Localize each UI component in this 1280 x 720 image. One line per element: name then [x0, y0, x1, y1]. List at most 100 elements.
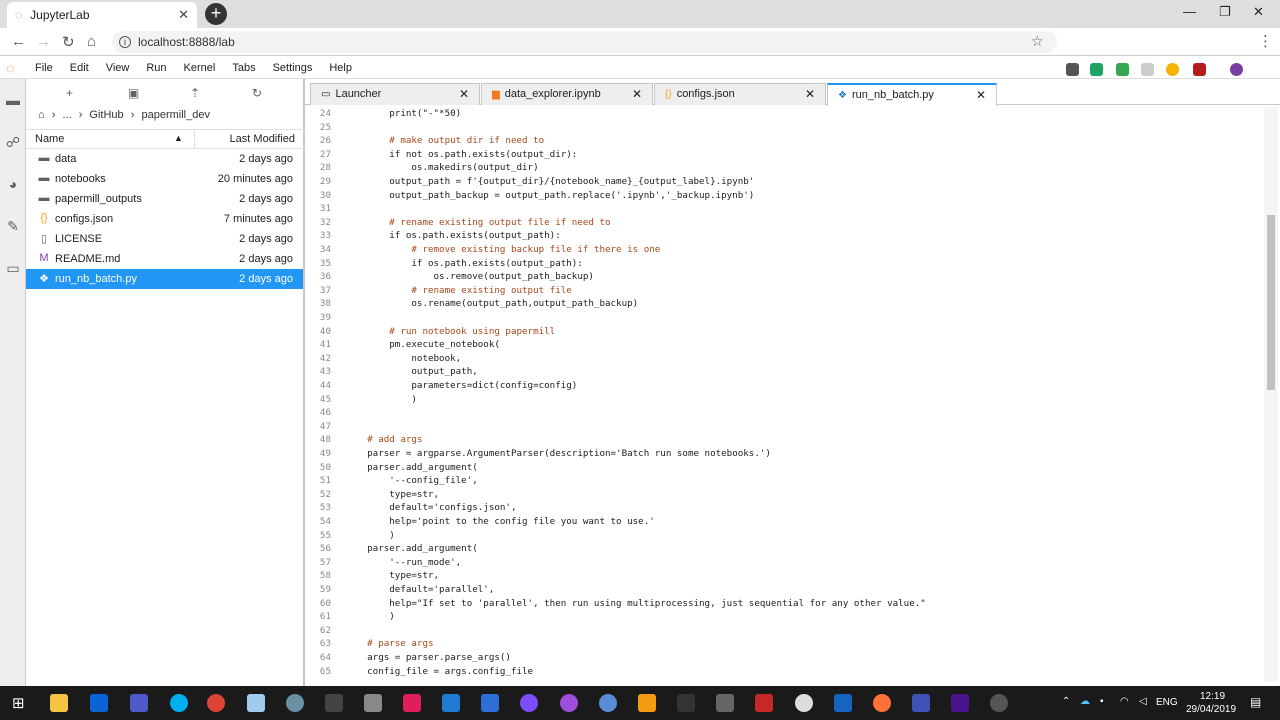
app-icon[interactable]	[755, 694, 773, 712]
code-line[interactable]: # parse args	[345, 637, 433, 651]
tray-chevron-icon[interactable]: ⌃	[1062, 696, 1070, 707]
tray-app-icon[interactable]: ▪	[1100, 696, 1104, 707]
forward-icon[interactable]: →	[36, 33, 51, 50]
folder-icon[interactable]: ▬	[5, 93, 21, 107]
file-row[interactable]: {} configs.json 7 minutes ago	[26, 209, 303, 229]
file-row[interactable]: M README.md 2 days ago	[26, 249, 303, 269]
breadcrumb-papermill-dev[interactable]: papermill_dev	[141, 109, 209, 121]
editor-scrollbar[interactable]	[1264, 107, 1278, 682]
file-explorer-icon[interactable]	[50, 694, 68, 712]
file-row[interactable]: ❖ run_nb_batch.py 2 days ago	[26, 269, 303, 289]
code-line[interactable]: notebook,	[345, 352, 461, 366]
close-tab-icon[interactable]: ✕	[459, 84, 469, 105]
breadcrumb-github[interactable]: GitHub	[89, 109, 123, 121]
menu-help[interactable]: Help	[329, 62, 352, 74]
code-line[interactable]: # add args	[345, 433, 422, 447]
code-line[interactable]: '--run_mode',	[345, 556, 461, 570]
calculator-icon[interactable]	[364, 694, 382, 712]
app-icon[interactable]	[716, 694, 734, 712]
close-tab-icon[interactable]: ✕	[178, 7, 189, 23]
code-line[interactable]: output_path_backup = output_path.replace…	[345, 189, 754, 203]
new-folder-icon[interactable]: ▣	[128, 86, 139, 100]
code-line[interactable]: )	[345, 393, 417, 407]
code-line[interactable]: type=str,	[345, 569, 439, 583]
app-icon[interactable]	[951, 694, 969, 712]
tab-configs-json[interactable]: {} configs.json ✕	[654, 83, 826, 105]
language-indicator[interactable]: ENG	[1156, 697, 1178, 708]
code-editor[interactable]: 24 print("-"*50) 25 26 # make output dir i…	[305, 107, 1265, 684]
reload-icon[interactable]: ↻	[62, 33, 75, 51]
notifications-icon[interactable]: ▤	[1250, 695, 1261, 709]
scrollbar-thumb[interactable]	[1267, 215, 1275, 390]
app-icon[interactable]	[795, 694, 813, 712]
wifi-icon[interactable]: ◠	[1120, 696, 1129, 707]
code-line[interactable]: parser = argparse.ArgumentParser(descrip…	[345, 447, 771, 461]
code-line[interactable]: output_path,	[345, 365, 477, 379]
menu-settings[interactable]: Settings	[273, 62, 313, 74]
kebab-menu-icon[interactable]: ⋮	[1258, 32, 1273, 50]
running-icon[interactable]: ☍	[5, 135, 21, 149]
close-tab-icon[interactable]: ✕	[805, 84, 815, 105]
code-line[interactable]: print("-"*50)	[345, 107, 461, 121]
app-icon[interactable]	[247, 694, 265, 712]
bookmark-star-icon[interactable]: ☆	[1031, 33, 1044, 50]
app-icon[interactable]	[481, 694, 499, 712]
breadcrumb-ellipsis[interactable]: ...	[62, 109, 71, 121]
menu-tabs[interactable]: Tabs	[232, 62, 255, 74]
clock-date[interactable]: 29/04/2019	[1186, 704, 1236, 715]
refresh-icon[interactable]: ↻	[252, 86, 262, 100]
menu-run[interactable]: Run	[146, 62, 166, 74]
code-line[interactable]: output_path = f'{output_dir}/{notebook_n…	[345, 175, 754, 189]
url-bar[interactable]: i localhost:8888/lab	[112, 31, 1057, 53]
code-line[interactable]: os.rename(output_path,output_path_backup…	[345, 297, 638, 311]
tab-launcher[interactable]: ▭ Launcher ✕	[310, 83, 480, 105]
code-line[interactable]: if os.path.exists(output_path):	[345, 229, 560, 243]
code-line[interactable]: default='parallel',	[345, 583, 494, 597]
back-icon[interactable]: ←	[11, 33, 26, 50]
home-icon[interactable]: ⌂	[87, 33, 96, 50]
app-icon[interactable]	[286, 694, 304, 712]
tab-run-nb-batch[interactable]: ❖ run_nb_batch.py ✕	[827, 83, 997, 106]
upload-icon[interactable]: ⇡	[190, 86, 200, 100]
file-row[interactable]: ▬ papermill_outputs 2 days ago	[26, 189, 303, 209]
sublime-icon[interactable]	[638, 694, 656, 712]
code-line[interactable]: type=str,	[345, 488, 439, 502]
sort-ascending-icon[interactable]: ▲	[174, 133, 183, 143]
new-tab-button[interactable]: +	[205, 3, 227, 25]
cmd-icon[interactable]	[677, 694, 695, 712]
app-icon[interactable]	[912, 694, 930, 712]
menu-kernel[interactable]: Kernel	[184, 62, 216, 74]
new-launcher-icon[interactable]: +	[66, 86, 73, 100]
info-icon[interactable]: i	[119, 36, 131, 48]
windows-start-icon[interactable]: ⊞	[12, 694, 25, 712]
code-line[interactable]: help='point to the config file you want …	[345, 515, 655, 529]
code-line[interactable]: os.remove(output_path_backup)	[345, 270, 594, 284]
code-line[interactable]: # run notebook using papermill	[345, 325, 555, 339]
code-line[interactable]: # rename existing output file if need to	[345, 216, 610, 230]
code-line[interactable]: )	[345, 610, 395, 624]
code-line[interactable]: '--config_file',	[345, 474, 478, 488]
firefox-icon[interactable]	[873, 694, 891, 712]
file-row[interactable]: ▬ data 2 days ago	[26, 149, 303, 169]
browser-tab[interactable]: ◌ JupyterLab ✕	[7, 2, 197, 28]
skype-icon[interactable]	[170, 694, 188, 712]
column-name-header[interactable]: Name	[35, 133, 64, 145]
code-line[interactable]: if not os.path.exists(output_dir):	[345, 148, 577, 162]
app-icon[interactable]	[834, 694, 852, 712]
minimize-icon[interactable]: —	[1183, 4, 1196, 19]
file-row[interactable]: ▯ LICENSE 2 days ago	[26, 229, 303, 249]
maximize-icon[interactable]: ❐	[1219, 4, 1231, 20]
file-row[interactable]: ▬ notebooks 20 minutes ago	[26, 169, 303, 189]
code-line[interactable]: args = parser.parse_args()	[345, 651, 511, 665]
code-line[interactable]: # remove existing backup file if there i…	[345, 243, 660, 257]
app-icon[interactable]	[599, 694, 617, 712]
code-line[interactable]: help="If set to 'parallel', then run usi…	[345, 597, 926, 611]
code-line[interactable]: parameters=dict(config=config)	[345, 379, 577, 393]
volume-icon[interactable]: ◁	[1139, 696, 1147, 707]
menu-view[interactable]: View	[106, 62, 130, 74]
clock-time[interactable]: 12:19	[1200, 691, 1225, 702]
slack-icon[interactable]	[403, 694, 421, 712]
viber-icon[interactable]	[520, 694, 538, 712]
code-line[interactable]: default='configs.json',	[345, 501, 516, 515]
code-line[interactable]: parser.add_argument(	[345, 461, 478, 475]
